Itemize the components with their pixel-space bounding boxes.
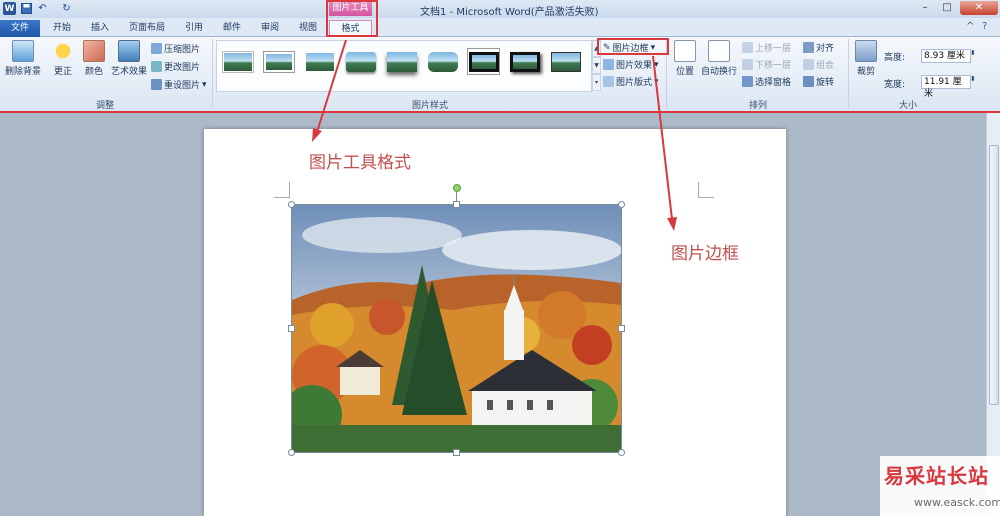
- rotation-handle[interactable]: [453, 184, 461, 192]
- resize-handle-s[interactable]: [453, 449, 460, 456]
- resize-handle-nw[interactable]: [288, 201, 295, 208]
- scrollbar-thumb[interactable]: [989, 145, 999, 405]
- resize-handle-w[interactable]: [288, 325, 295, 332]
- site-watermark: 易采站长站 www.easck.com: [880, 456, 1000, 516]
- watermark-url: www.easck.com: [914, 496, 1000, 509]
- church-photo[interactable]: [292, 205, 621, 452]
- resize-handle-sw[interactable]: [288, 449, 295, 456]
- resize-handle-n[interactable]: [453, 201, 460, 208]
- resize-handle-se[interactable]: [618, 449, 625, 456]
- resize-handle-e[interactable]: [618, 325, 625, 332]
- resize-handle-ne[interactable]: [618, 201, 625, 208]
- watermark-title: 易采站长站: [884, 464, 989, 488]
